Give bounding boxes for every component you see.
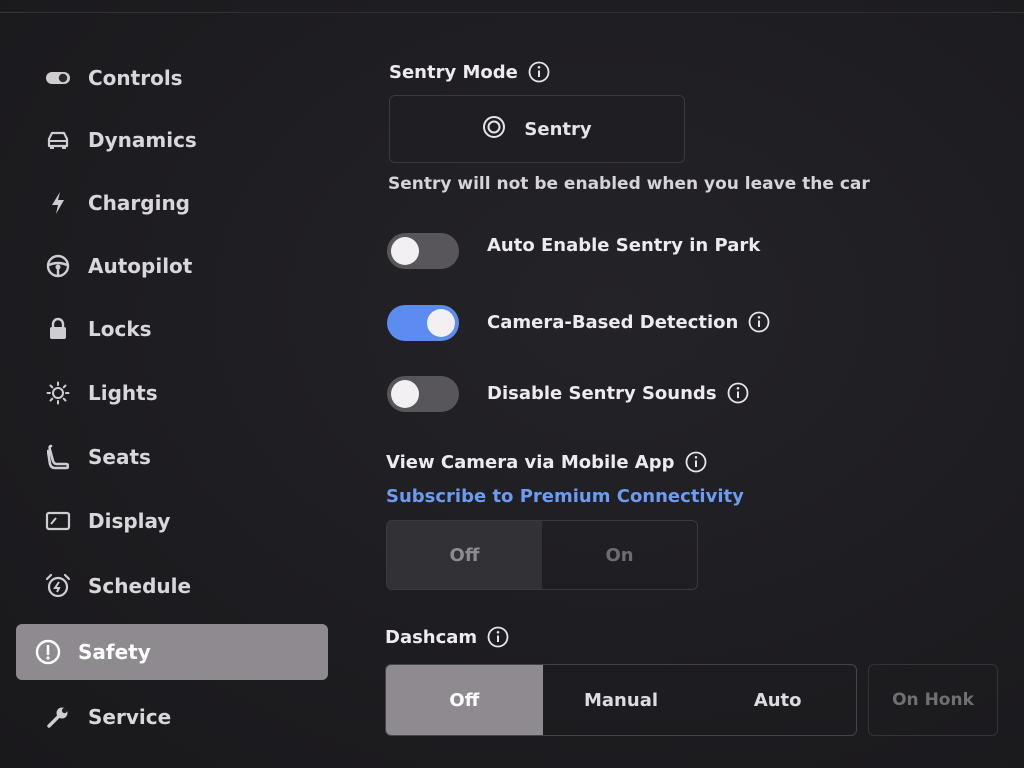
view-camera-selector: Off On bbox=[386, 520, 698, 590]
camera-detection-toggle[interactable] bbox=[387, 305, 459, 341]
dashcam-title: Dashcam bbox=[385, 626, 478, 648]
dashcam-selector: Off Manual Auto bbox=[385, 664, 857, 736]
info-icon[interactable] bbox=[487, 626, 509, 648]
dashcam-option-auto[interactable]: Auto bbox=[699, 665, 856, 735]
camera-detection-label: Camera-Based Detection bbox=[487, 311, 739, 333]
info-icon[interactable] bbox=[528, 61, 550, 83]
auto-enable-sentry-row: Auto Enable Sentry in Park bbox=[387, 233, 760, 269]
view-camera-option-off[interactable]: Off bbox=[387, 521, 542, 589]
sentry-mode-title: Sentry Mode bbox=[389, 61, 518, 83]
disable-sounds-label-wrap: Disable Sentry Sounds bbox=[487, 382, 749, 404]
toggle-knob bbox=[391, 380, 419, 408]
sentry-button-label: Sentry bbox=[524, 118, 592, 140]
auto-enable-sentry-label-wrap: Auto Enable Sentry in Park bbox=[487, 235, 760, 256]
dashcam-option-off[interactable]: Off bbox=[386, 665, 543, 735]
view-camera-title: View Camera via Mobile App bbox=[386, 451, 675, 473]
camera-detection-label-wrap: Camera-Based Detection bbox=[487, 311, 770, 333]
auto-enable-sentry-toggle[interactable] bbox=[387, 233, 459, 269]
sentry-button[interactable]: Sentry bbox=[389, 95, 685, 163]
sentry-mode-heading: Sentry Mode bbox=[389, 61, 550, 83]
disable-sentry-sounds-toggle[interactable] bbox=[387, 376, 459, 412]
settings-screen: Controls Dynamics Charging Autopilot Loc… bbox=[0, 0, 1024, 768]
camera-detection-row: Camera-Based Detection bbox=[387, 305, 770, 341]
disable-sounds-row: Disable Sentry Sounds bbox=[387, 376, 749, 412]
info-icon[interactable] bbox=[727, 382, 749, 404]
main-panel: Sentry Mode Sentry Sentry will not be en… bbox=[0, 0, 1024, 768]
view-camera-option-on[interactable]: On bbox=[542, 521, 697, 589]
toggle-knob bbox=[427, 309, 455, 337]
sentry-status-note: Sentry will not be enabled when you leav… bbox=[388, 174, 870, 194]
subscribe-premium-link[interactable]: Subscribe to Premium Connectivity bbox=[386, 486, 744, 507]
info-icon[interactable] bbox=[748, 311, 770, 333]
info-icon[interactable] bbox=[685, 451, 707, 473]
sentry-icon bbox=[482, 115, 506, 144]
toggle-knob bbox=[391, 237, 419, 265]
disable-sentry-sounds-label: Disable Sentry Sounds bbox=[487, 382, 717, 404]
dashcam-option-on-honk[interactable]: On Honk bbox=[868, 664, 998, 736]
view-camera-heading: View Camera via Mobile App bbox=[386, 451, 707, 473]
dashcam-option-manual[interactable]: Manual bbox=[543, 665, 700, 735]
auto-enable-sentry-label: Auto Enable Sentry in Park bbox=[487, 234, 761, 256]
dashcam-heading: Dashcam bbox=[385, 626, 509, 648]
